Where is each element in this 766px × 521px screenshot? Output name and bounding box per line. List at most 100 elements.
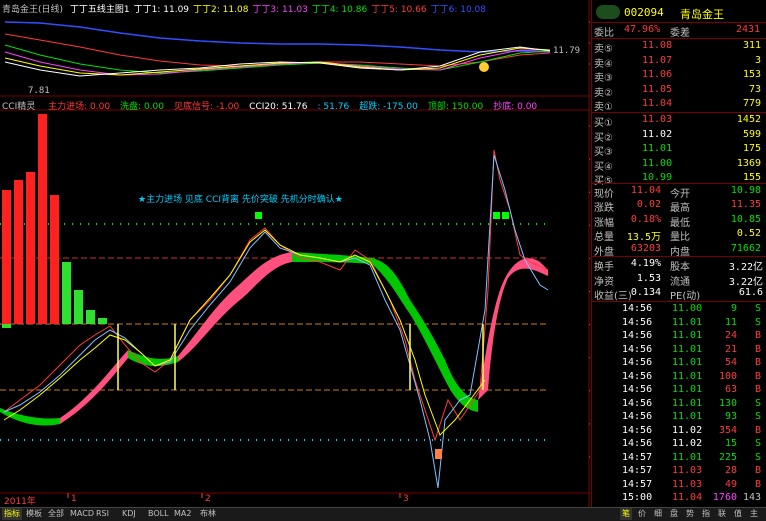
stock-title-bar: 002094 青岛金王 — [592, 3, 766, 21]
high-price-label: 11.79 — [553, 46, 580, 56]
histogram-bar — [2, 190, 11, 324]
x-label-month: 3 — [403, 494, 409, 504]
tick-row[interactable]: 15:00 11.04 1760 143 — [592, 491, 766, 504]
legend-item: 丁丁五线主图1 — [69, 5, 130, 15]
date-axis — [67, 493, 401, 498]
order-book-row[interactable]: 卖③ 11.06 153 — [592, 68, 766, 84]
histogram-bar — [98, 318, 107, 324]
stat-row: 涨幅 0.18% 最低 10.85 — [594, 213, 761, 229]
tab-3[interactable]: MACD — [68, 508, 96, 520]
panel-tab-0[interactable]: 笔 — [620, 508, 632, 520]
ma-legend: 丁丁五线主图1 丁丁1: 11.09 丁丁2: 11.08 丁丁3: 11.03 丁丁4… — [66, 5, 486, 15]
tab-1[interactable]: 模板 — [24, 508, 44, 520]
order-book-row[interactable]: 卖⑤ 11.08 311 — [592, 39, 766, 55]
legend-item: 丁丁6: 10.08 — [430, 5, 486, 15]
tab-8[interactable]: 布林 — [198, 508, 218, 520]
stat-row: 外盘 63203 内盘 71662 — [594, 242, 761, 258]
low-price-label: 7.81 — [28, 86, 50, 96]
top-marker — [502, 212, 509, 219]
cci-line-yellow — [3, 229, 486, 436]
tab-6[interactable]: BOLL — [146, 508, 171, 520]
legend-item: 顶部: 150.00 — [427, 102, 484, 112]
tick-row[interactable]: 14:56 11.01 21 B — [592, 343, 766, 356]
tick-row[interactable]: 14:56 11.01 11 S — [592, 316, 766, 329]
top-marker — [493, 212, 500, 219]
tick-row[interactable]: 14:56 11.01 93 S — [592, 410, 766, 423]
histogram-bar — [74, 290, 83, 324]
price-pane: 11.79 7.81 — [4, 21, 580, 96]
legend-item: CCI20: 51.76 — [249, 102, 308, 112]
legend-item: 丁丁4: 10.86 — [311, 5, 368, 15]
panel-tab-7[interactable]: 值 — [732, 508, 744, 520]
top-marker — [255, 212, 262, 219]
chart-area[interactable]: 11.79 7.81 14.0012.0010.00 — [0, 0, 611, 507]
tick-row[interactable]: 14:57 11.03 49 B — [592, 478, 766, 491]
quote-panel: 002094 青岛金王 委比 47.96% 委差 2431 卖⑤ 11.08 3… — [591, 0, 766, 507]
tick-row[interactable]: 14:57 11.03 28 B — [592, 464, 766, 477]
panel-tab-1[interactable]: 价 — [636, 508, 648, 520]
ribbon-pink — [178, 252, 292, 362]
stat-row: 涨跌 0.02 最高 11.35 — [594, 199, 761, 215]
stock-chart-title: 青岛金王(日线) — [2, 5, 64, 15]
tick-row[interactable]: 14:56 11.01 63 B — [592, 383, 766, 396]
tab-5[interactable]: KDJ — [120, 508, 138, 520]
tab-4[interactable]: RSI — [94, 508, 111, 520]
weibi-value: 47.96% — [624, 24, 661, 35]
stat-row: 总量 13.5万 量比 0.52 — [594, 228, 761, 244]
cci-pane: ★主力进场 见底 CCI背离 先价突破 先机分时确认★ — [0, 114, 549, 489]
x-label-year: 2011年 — [4, 497, 36, 507]
weibi-row: 委比 47.96% 委差 2431 — [594, 24, 761, 39]
legend-item: 丁丁5: 10.66 — [371, 5, 427, 15]
panel-tab-3[interactable]: 盘 — [668, 508, 680, 520]
order-book-row[interactable]: 卖① 11.04 779 — [592, 97, 766, 113]
logo-icon — [596, 5, 620, 19]
tick-row[interactable]: 14:56 11.01 54 B — [592, 356, 766, 369]
tab-7[interactable]: MA2 — [172, 508, 193, 520]
indicator-legend: 主力进场: 0.00 洗盘: 0.00 见底信号: -1.00 CCI20: 51.7… — [44, 102, 543, 112]
legend-item: 洗盘: 0.00 — [120, 102, 164, 112]
order-book-row[interactable]: 卖④ 11.07 3 — [592, 54, 766, 70]
order-book-row[interactable]: 买① 11.03 1452 — [592, 113, 766, 129]
panel-tab-6[interactable]: 联 — [716, 508, 728, 520]
legend-item: 超跌: -175.00 — [359, 102, 418, 112]
tick-row[interactable]: 14:57 11.01 225 S — [592, 451, 766, 464]
histogram-bar — [26, 172, 35, 324]
legend-item: 丁丁3: 11.03 — [252, 5, 308, 15]
histogram-bars — [2, 114, 107, 328]
finance-row: 收益(三) 0.134 PE(动) 61.6 — [594, 287, 763, 303]
panel-tab-4[interactable]: 势 — [684, 508, 696, 520]
ma-line-blue — [4, 21, 551, 53]
tick-row[interactable]: 14:56 11.01 130 S — [592, 397, 766, 410]
histogram-bar — [62, 262, 71, 324]
indicator-header: CCI精灵 主力进场: 0.00 洗盘: 0.00 见底信号: -1.00 CCI20… — [2, 99, 549, 112]
order-book-row[interactable]: 买③ 11.01 175 — [592, 142, 766, 158]
legend-item: 丁丁1: 11.09 — [133, 5, 190, 15]
stat-row: 现价 11.04 今开 10.98 — [594, 185, 761, 200]
indicator-name[interactable]: CCI精灵 — [2, 102, 35, 112]
tab-0[interactable]: 指标 — [2, 508, 22, 520]
histogram-bar — [86, 310, 95, 324]
order-book-row[interactable]: 买④ 11.00 1369 — [592, 157, 766, 173]
tick-row[interactable]: 14:56 11.02 354 B — [592, 424, 766, 437]
legend-item: 丁丁2: 11.08 — [193, 5, 249, 15]
panel-tab-5[interactable]: 指 — [700, 508, 712, 520]
cci-annotation: ★主力进场 见底 CCI背离 先价突破 先机分时确认★ — [138, 193, 343, 205]
panel-tab-8[interactable]: 主 — [748, 508, 760, 520]
tick-row[interactable]: 14:56 11.00 9 S — [592, 302, 766, 315]
order-book-row[interactable]: 卖② 11.05 73 — [592, 83, 766, 99]
tick-row[interactable]: 14:56 11.02 15 S — [592, 437, 766, 450]
histogram-bar — [38, 114, 47, 324]
main-header: 青岛金王(日线) 丁丁五线主图1 丁丁1: 11.09 丁丁2: 11.08 丁丁3:… — [2, 2, 486, 15]
histogram-bar — [50, 195, 59, 324]
legend-item: : 51.76 — [317, 102, 350, 112]
panel-tab-2[interactable]: 细 — [652, 508, 664, 520]
legend-item: 见底信号: -1.00 — [173, 102, 240, 112]
histogram-bar — [2, 324, 11, 328]
bottom-tab-bar: 指标 模板 全部 MACD RSI KDJ BOLL MA2 布林 笔价细盘势指联值主 — [0, 507, 766, 521]
tab-2[interactable]: 全部 — [46, 508, 66, 520]
kline-cci-chart[interactable]: 11.79 7.81 14.0012.0010.00 — [0, 0, 590, 507]
x-label-month: 1 — [71, 494, 77, 504]
tick-row[interactable]: 14:56 11.01 24 B — [592, 329, 766, 342]
order-book-row[interactable]: 买② 11.02 599 — [592, 128, 766, 144]
tick-row[interactable]: 14:56 11.01 100 B — [592, 370, 766, 383]
